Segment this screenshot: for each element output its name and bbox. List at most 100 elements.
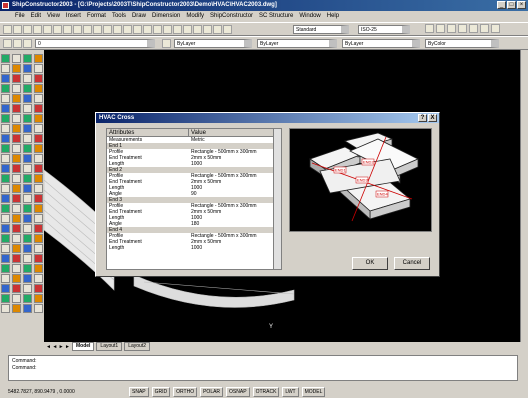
tool-1-8-icon[interactable] (1, 124, 10, 133)
tool-3-19-icon[interactable] (23, 234, 32, 243)
menu-modify[interactable]: Modify (183, 11, 207, 21)
arc-icon[interactable] (458, 24, 467, 33)
layer-manager-icon[interactable] (3, 38, 12, 48)
tool-3-4-icon[interactable] (23, 84, 32, 93)
tool-3-18-icon[interactable] (23, 224, 32, 233)
app-icon[interactable] (2, 2, 9, 9)
tool-4-24-icon[interactable] (34, 284, 43, 293)
tool-1-16-icon[interactable] (1, 204, 10, 213)
tab-layout2[interactable]: Layout2 (124, 342, 151, 351)
tool-3-12-icon[interactable] (23, 164, 32, 173)
linetype-combo[interactable]: ByLayer (257, 38, 337, 48)
tool-4-15-icon[interactable] (34, 194, 43, 203)
layer-bulb-icon[interactable] (23, 38, 32, 48)
help-icon[interactable] (223, 24, 232, 34)
tool-2-4-icon[interactable] (12, 84, 21, 93)
tool-1-6-icon[interactable] (1, 104, 10, 113)
tool-4-21-icon[interactable] (34, 254, 43, 263)
tool-1-1-icon[interactable] (1, 54, 10, 63)
zoom-window-icon[interactable] (163, 24, 172, 34)
tool-1-22-icon[interactable] (1, 264, 10, 273)
menu-window[interactable]: Window (296, 11, 323, 21)
tool-3-14-icon[interactable] (23, 184, 32, 193)
tool-1-18-icon[interactable] (1, 224, 10, 233)
tool-1-5-icon[interactable] (1, 94, 10, 103)
tool-3-7-icon[interactable] (23, 114, 32, 123)
menu-sc-structure[interactable]: SC Structure (256, 11, 296, 21)
layer-combo[interactable]: 0 (35, 38, 155, 48)
tool-palette-icon[interactable] (213, 24, 222, 34)
menu-help[interactable]: Help (324, 11, 342, 21)
aerial-icon[interactable] (183, 24, 192, 34)
tool-1-26-icon[interactable] (1, 304, 10, 313)
tool-1-24-icon[interactable] (1, 284, 10, 293)
pan-icon[interactable] (143, 24, 152, 34)
tool-4-14-icon[interactable] (34, 184, 43, 193)
tool-3-16-icon[interactable] (23, 204, 32, 213)
tool-4-1-icon[interactable] (34, 54, 43, 63)
tool-4-9-icon[interactable] (34, 134, 43, 143)
grid-row[interactable]: Length 1000 (107, 245, 281, 251)
value-cell[interactable]: 1000 (189, 245, 274, 251)
tab-model[interactable]: Model (71, 342, 95, 351)
lineweight-combo[interactable]: ByLayer (342, 38, 420, 48)
status-lwt-button[interactable]: LWT (282, 387, 299, 397)
tool-2-14-icon[interactable] (12, 184, 21, 193)
tool-3-23-icon[interactable] (23, 274, 32, 283)
tool-4-22-icon[interactable] (34, 264, 43, 273)
line-icon[interactable] (425, 24, 434, 33)
tool-3-1-icon[interactable] (23, 54, 32, 63)
tool-1-2-icon[interactable] (1, 64, 10, 73)
attributes-grid[interactable]: Attributes Value Measurements Metric End 1… (106, 128, 282, 270)
tool-4-3-icon[interactable] (34, 74, 43, 83)
menu-file[interactable]: File (12, 11, 28, 21)
tool-1-9-icon[interactable] (1, 134, 10, 143)
tool-2-23-icon[interactable] (12, 274, 21, 283)
tool-4-17-icon[interactable] (34, 214, 43, 223)
tool-2-21-icon[interactable] (12, 254, 21, 263)
tool-2-20-icon[interactable] (12, 244, 21, 253)
tool-1-11-icon[interactable] (1, 154, 10, 163)
tool-3-25-icon[interactable] (23, 294, 32, 303)
command-window[interactable]: Command: Command: (8, 355, 518, 381)
tool-4-25-icon[interactable] (34, 294, 43, 303)
tool-2-10-icon[interactable] (12, 144, 21, 153)
tool-1-19-icon[interactable] (1, 234, 10, 243)
tool-3-24-icon[interactable] (23, 284, 32, 293)
help-button[interactable]: ? (418, 114, 427, 122)
tool-1-3-icon[interactable] (1, 74, 10, 83)
tool-3-6-icon[interactable] (23, 104, 32, 113)
tool-3-10-icon[interactable] (23, 144, 32, 153)
tool-2-19-icon[interactable] (12, 234, 21, 243)
new-icon[interactable] (3, 24, 12, 34)
tool-4-2-icon[interactable] (34, 64, 43, 73)
value-column-header[interactable]: Value (189, 129, 274, 136)
tool-3-21-icon[interactable] (23, 254, 32, 263)
status-otrack-button[interactable]: OTRACK (252, 387, 280, 397)
attributes-column-header[interactable]: Attributes (107, 129, 189, 136)
open-icon[interactable] (13, 24, 22, 34)
tool-3-13-icon[interactable] (23, 174, 32, 183)
tool-1-21-icon[interactable] (1, 254, 10, 263)
tool-1-4-icon[interactable] (1, 84, 10, 93)
tool-4-26-icon[interactable] (34, 304, 43, 313)
menu-draw[interactable]: Draw (129, 11, 149, 21)
tool-2-18-icon[interactable] (12, 224, 21, 233)
tool-3-9-icon[interactable] (23, 134, 32, 143)
tool-4-7-icon[interactable] (34, 114, 43, 123)
tool-2-8-icon[interactable] (12, 124, 21, 133)
tab-layout1[interactable]: Layout1 (96, 342, 123, 351)
tool-4-19-icon[interactable] (34, 234, 43, 243)
preview-icon[interactable] (43, 24, 52, 34)
rectangle-icon[interactable] (469, 24, 478, 33)
tool-1-23-icon[interactable] (1, 274, 10, 283)
tool-1-12-icon[interactable] (1, 164, 10, 173)
make-current-icon[interactable] (162, 38, 171, 48)
tool-1-25-icon[interactable] (1, 294, 10, 303)
tool-2-17-icon[interactable] (12, 214, 21, 223)
tool-2-2-icon[interactable] (12, 64, 21, 73)
tool-2-11-icon[interactable] (12, 154, 21, 163)
text-icon[interactable] (491, 24, 500, 33)
status-snap-button[interactable]: SNAP (129, 387, 149, 397)
tab-nav-arrows[interactable]: ◄ ◄ ► ► (46, 344, 70, 350)
